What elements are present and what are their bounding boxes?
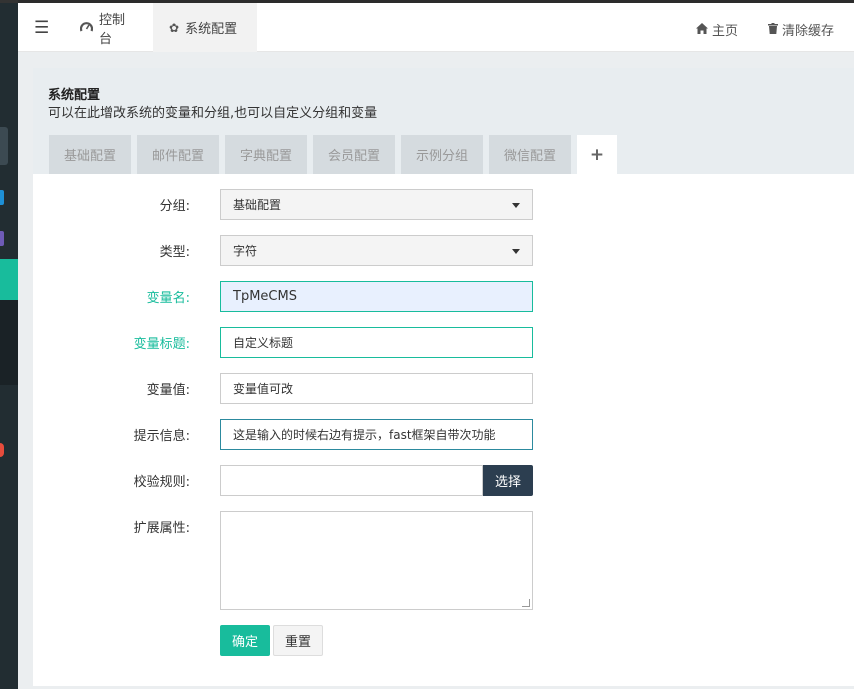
sidebar-top bbox=[0, 0, 18, 3]
clear-cache-label: 清除缓存 bbox=[782, 24, 835, 39]
sidebar-submenu bbox=[0, 300, 18, 385]
tab-dashboard[interactable]: 控制台 bbox=[64, 3, 153, 52]
choose-rule-button[interactable]: 选择 bbox=[483, 465, 533, 496]
variable-value-label: 变量值: bbox=[146, 383, 190, 398]
tab-member-config[interactable]: 会员配置 bbox=[313, 135, 395, 174]
type-label: 类型: bbox=[159, 245, 190, 260]
home-link-label: 主页 bbox=[712, 24, 739, 39]
tab-wechat-config[interactable]: 微信配置 bbox=[489, 135, 571, 174]
variable-name-label: 变量名: bbox=[146, 291, 190, 306]
tip-label: 提示信息: bbox=[133, 429, 190, 444]
home-icon bbox=[696, 22, 708, 37]
group-select[interactable]: 基础配置 bbox=[220, 189, 533, 220]
tab-basic-config[interactable]: 基础配置 bbox=[49, 135, 131, 174]
extend-attr-textarea[interactable] bbox=[220, 511, 533, 610]
validation-rule-input[interactable] bbox=[220, 465, 483, 496]
variable-title-label: 变量标题: bbox=[133, 337, 190, 352]
sidebar-badge bbox=[0, 443, 4, 457]
reset-button[interactable]: 重置 bbox=[273, 625, 323, 656]
sidebar bbox=[0, 0, 18, 689]
tab-add-variable[interactable]: + bbox=[577, 135, 617, 174]
chevron-down-icon bbox=[512, 249, 520, 254]
panel-title: 系统配置 bbox=[48, 88, 101, 103]
clear-cache-link[interactable]: 清除缓存 bbox=[768, 20, 834, 39]
top-navbar: ☰ 控制台 ✿ 系统配置 主页 清除缓存 bbox=[18, 0, 854, 52]
tip-input[interactable]: 这是输入的时候右边有提示，fast框架自带次功能 bbox=[220, 419, 533, 450]
gear-icon: ✿ bbox=[169, 20, 180, 35]
group-select-value: 基础配置 bbox=[233, 198, 282, 212]
trash-icon bbox=[768, 22, 778, 37]
sidebar-item[interactable] bbox=[0, 190, 4, 205]
home-link[interactable]: 主页 bbox=[696, 20, 738, 39]
dashboard-icon bbox=[79, 21, 94, 35]
validation-rule-label: 校验规则: bbox=[133, 475, 190, 490]
group-label: 分组: bbox=[159, 199, 190, 214]
sidebar-item-active[interactable] bbox=[0, 259, 18, 300]
sidebar-item[interactable] bbox=[0, 127, 8, 165]
tab-system-config[interactable]: ✿ 系统配置 bbox=[153, 3, 257, 52]
tab-dictionary-config[interactable]: 字典配置 bbox=[225, 135, 307, 174]
variable-title-input[interactable]: 自定义标题 bbox=[220, 327, 533, 358]
variable-name-input[interactable]: TpMeCMS bbox=[220, 281, 533, 312]
type-select[interactable]: 字符 bbox=[220, 235, 533, 266]
menu-toggle-icon[interactable]: ☰ bbox=[34, 20, 49, 37]
resize-handle-inner bbox=[526, 603, 530, 607]
submit-button[interactable]: 确定 bbox=[220, 625, 270, 656]
tab-example-group[interactable]: 示例分组 bbox=[401, 135, 483, 174]
tab-email-config[interactable]: 邮件配置 bbox=[137, 135, 219, 174]
extend-attr-label: 扩展属性: bbox=[133, 521, 190, 536]
tab-system-config-label: 系统配置 bbox=[185, 22, 238, 37]
type-select-value: 字符 bbox=[233, 244, 258, 258]
sidebar-item[interactable] bbox=[0, 231, 4, 246]
tab-dashboard-label: 控制台 bbox=[99, 12, 126, 47]
variable-value-input[interactable]: 变量值可改 bbox=[220, 373, 533, 404]
chevron-down-icon bbox=[512, 203, 520, 208]
panel-heading: 系统配置 可以在此增改系统的变量和分组,也可以自定义分组和变量 基础配置 邮件配… bbox=[33, 68, 854, 174]
panel-subtitle: 可以在此增改系统的变量和分组,也可以自定义分组和变量 bbox=[48, 106, 378, 121]
